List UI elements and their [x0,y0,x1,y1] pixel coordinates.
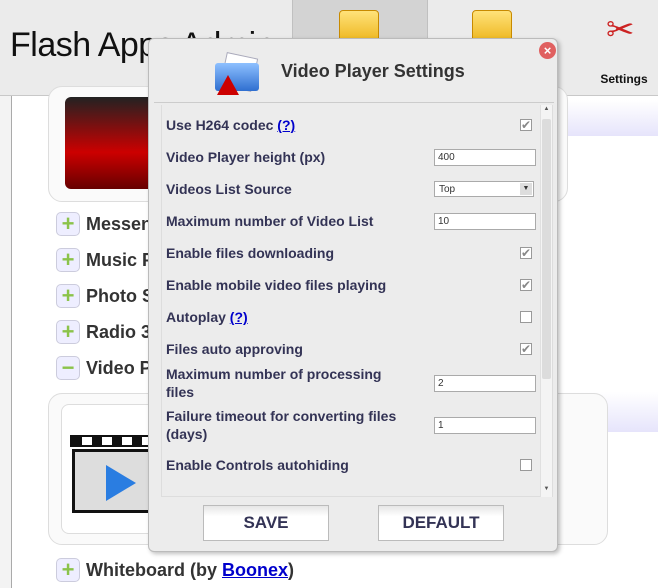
setting-row: Enable files downloading ✔ [166,237,536,269]
whiteboard-suffix: ) [288,559,295,580]
setting-input[interactable] [434,212,536,230]
setting-checkbox[interactable]: ✔ [520,119,532,131]
module-item[interactable]: + Radio 3 [56,319,151,345]
setting-label-text: Maximum number of processing files [166,366,382,400]
setting-label-text: Use H264 codec [166,117,274,133]
setting-label-text: Videos List Source [166,181,292,197]
boonex-link[interactable]: Boonex [222,560,288,580]
setting-row: Enable Controls autohiding [166,449,536,481]
setting-label: Enable Controls autohiding [166,456,406,474]
setting-label: Maximum number of processing files [166,365,406,401]
setting-label-text: Video Player height (px) [166,149,326,165]
select-value: Top [439,184,456,195]
setting-checkbox[interactable]: ✔ [520,279,532,291]
setting-checkbox[interactable]: ✔ [520,247,532,259]
left-border [0,96,12,588]
setting-input[interactable] [434,148,536,166]
setting-row: Failure timeout for converting files (da… [166,401,536,449]
setting-label: Files auto approving [166,340,406,358]
phone-image [65,97,155,189]
tools-icon: ✂ [606,11,635,49]
setting-label-text: Autoplay [166,309,226,325]
chevron-down-icon[interactable]: ▼ [520,183,532,195]
scroll-down-icon[interactable]: ▼ [542,486,551,496]
setting-label-text: Maximum number of Video List [166,213,374,229]
setting-checkbox[interactable] [520,459,532,471]
folder-warning-icon [215,49,263,95]
divider [154,102,554,103]
expand-plus-icon[interactable]: + [56,248,80,272]
setting-row: Files auto approving ✔ [166,333,536,365]
setting-row: Use H264 codec (?) ✔ [166,109,536,141]
setting-select[interactable]: Top ▼ [434,181,534,197]
default-button[interactable]: DEFAULT [378,505,504,541]
expand-plus-icon[interactable]: + [56,284,80,308]
expand-plus-icon[interactable]: + [56,212,80,236]
setting-label-text: Failure timeout for converting files (da… [166,408,397,442]
scrollbar-thumb[interactable] [542,119,551,379]
help-link[interactable]: (?) [277,117,295,133]
setting-label: Video Player height (px) [166,148,406,166]
expand-plus-icon[interactable]: + [56,558,80,582]
setting-label-text: Enable Controls autohiding [166,457,349,473]
help-link[interactable]: (?) [230,309,248,325]
setting-label: Enable mobile video files playing [166,276,406,294]
setting-row: Video Player height (px) [166,141,536,173]
setting-label-text: Enable mobile video files playing [166,277,387,293]
setting-input[interactable] [434,374,536,392]
setting-label: Autoplay (?) [166,308,406,326]
dialog-title: Video Player Settings [281,61,465,81]
setting-label: Maximum number of Video List [166,212,406,230]
clapperboard-icon [61,404,161,534]
save-button[interactable]: SAVE [203,505,329,541]
scrollbar[interactable]: ▲ ▼ [540,105,552,497]
module-whiteboard[interactable]: + Whiteboard (by Boonex) [56,557,294,583]
setting-label-text: Files auto approving [166,341,303,357]
setting-label-text: Enable files downloading [166,245,335,261]
setting-checkbox[interactable] [520,311,532,323]
setting-label: Videos List Source [166,180,406,198]
setting-row: Videos List Source Top ▼ [166,173,536,205]
module-label: Radio 3 [86,321,152,342]
setting-label: Enable files downloading [166,244,406,262]
setting-label: Failure timeout for converting files (da… [166,407,406,443]
settings-label: Settings [600,72,648,86]
expand-plus-icon[interactable]: + [56,320,80,344]
video-player-settings-dialog: Video Player Settings × Use H264 codec (… [148,38,558,552]
setting-input[interactable] [434,416,536,434]
whiteboard-label: Whiteboard (by [86,559,222,580]
setting-checkbox[interactable]: ✔ [520,343,532,355]
setting-row: Autoplay (?) [166,301,536,333]
setting-row: Maximum number of processing files [166,365,536,401]
tab-settings[interactable]: ✂ Settings [590,0,658,96]
scroll-up-icon[interactable]: ▲ [542,106,551,116]
settings-list: Use H264 codec (?) ✔ Video Player height (… [161,105,553,497]
setting-row: Enable mobile video files playing ✔ [166,269,536,301]
close-icon[interactable]: × [539,42,556,59]
setting-label: Use H264 codec (?) [166,116,406,134]
setting-row: Maximum number of Video List [166,205,536,237]
collapse-minus-icon[interactable]: − [56,356,80,380]
